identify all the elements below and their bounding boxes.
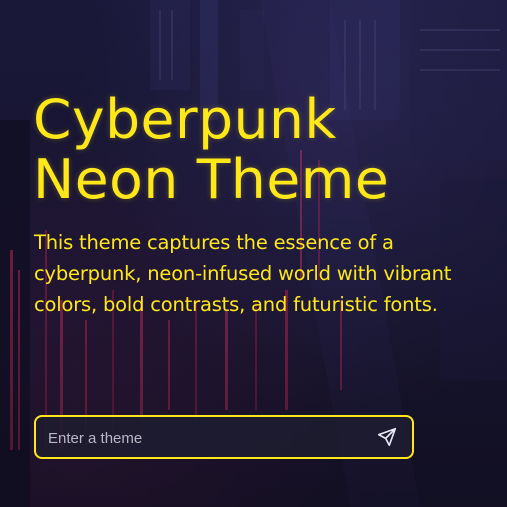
hero-title-line-1: Cyberpunk	[33, 88, 337, 151]
hero-description: This theme captures the essence of a cyb…	[34, 231, 452, 316]
theme-search-box	[34, 415, 414, 459]
hero-title-line-2: Neon Theme	[33, 148, 390, 211]
page: Cyberpunk Neon Theme This theme captures…	[0, 0, 507, 507]
send-button[interactable]	[376, 426, 398, 448]
hero-title: Cyberpunk Neon Theme	[33, 90, 389, 210]
theme-input[interactable]	[46, 417, 370, 459]
send-icon	[377, 427, 397, 447]
